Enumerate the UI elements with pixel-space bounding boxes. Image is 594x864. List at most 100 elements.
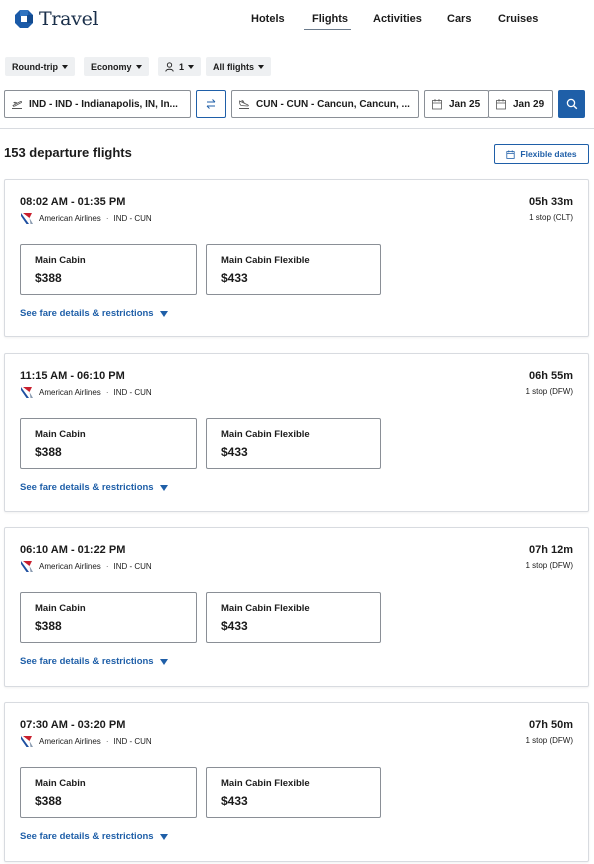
fare-option-main-cabin[interactable]: Main Cabin $388 [20,592,197,643]
flight-duration: 05h 33m [528,196,573,208]
route-code: IND - CUN [113,562,152,571]
american-airlines-logo-icon [21,736,33,747]
cabin-class-dropdown[interactable]: Economy [84,57,149,76]
depart-date-input[interactable]: Jan 25 [424,90,489,118]
fare-price: $433 [221,445,248,459]
flight-times: 06:10 AM - 01:22 PM [20,544,126,556]
flight-times: 11:15 AM - 06:10 PM [20,370,125,382]
flight-stops: 1 stop (CLT) [529,213,573,222]
airline-row: American Airlines · IND - CUN [20,386,152,399]
flight-stops: 1 stop (DFW) [525,387,573,396]
flight-card: 11:15 AM - 06:10 PM American Airlines · … [4,353,589,512]
airline-name: American Airlines [39,737,101,746]
route-code: IND - CUN [113,737,152,746]
origin-input[interactable]: IND - IND - Indianapolis, IN, In... [4,90,191,118]
fare-option-main-cabin-flexible[interactable]: Main Cabin Flexible $433 [206,592,381,643]
fare-name: Main Cabin Flexible [221,778,310,789]
fare-price: $433 [221,794,248,808]
person-icon [165,61,174,72]
flight-card: 06:10 AM - 01:22 PM American Airlines · … [4,527,589,687]
caret-down-icon [159,484,168,491]
calendar-icon [506,149,515,159]
cabin-class-label: Economy [91,61,132,72]
trip-type-label: Round-trip [12,61,58,72]
flight-type-label: All flights [213,61,254,72]
site-header: Travel Hotels Flights Activities Cars Cr… [0,0,594,40]
caret-down-icon [159,658,168,665]
airline-name: American Airlines [39,562,101,571]
origin-value: IND - IND - Indianapolis, IN, In... [29,98,178,110]
return-date-value: Jan 29 [513,98,545,110]
fare-price: $433 [221,271,248,285]
flight-card: 08:02 AM - 01:35 PM American Airlines · … [4,179,589,337]
fare-option-main-cabin[interactable]: Main Cabin $388 [20,244,197,295]
fare-price: $388 [35,271,62,285]
airline-name: American Airlines [39,388,101,397]
flight-stops: 1 stop (DFW) [525,736,573,745]
separator-dot: · [105,562,109,571]
fare-details-label: See fare details & restrictions [20,831,154,842]
caret-down-icon [159,833,168,840]
flexible-dates-button[interactable]: Flexible dates [494,144,589,164]
airline-row: American Airlines · IND - CUN [20,212,152,225]
fare-details-label: See fare details & restrictions [20,482,154,493]
swap-arrows-icon [206,99,216,109]
fare-details-link[interactable]: See fare details & restrictions [20,308,168,319]
calendar-icon [432,99,442,110]
search-button[interactable] [558,90,585,118]
fare-name: Main Cabin [35,429,86,440]
fare-details-link[interactable]: See fare details & restrictions [20,831,168,842]
plane-landing-icon [239,99,249,109]
flight-type-dropdown[interactable]: All flights [206,57,271,76]
fare-option-main-cabin-flexible[interactable]: Main Cabin Flexible $433 [206,244,381,295]
american-airlines-logo-icon [21,561,33,572]
fare-price: $388 [35,619,62,633]
flight-duration: 07h 12m [528,544,573,556]
american-airlines-logo-icon [21,387,33,398]
fare-option-main-cabin[interactable]: Main Cabin $388 [20,767,197,818]
fare-price: $433 [221,619,248,633]
airline-row: American Airlines · IND - CUN [20,735,152,748]
flight-times: 07:30 AM - 03:20 PM [20,719,126,731]
nav-activities[interactable]: Activities [373,12,422,26]
fare-option-main-cabin-flexible[interactable]: Main Cabin Flexible $433 [206,418,381,469]
nav-cruises[interactable]: Cruises [498,12,538,26]
search-icon [566,98,577,110]
section-divider [0,128,594,129]
fare-option-main-cabin[interactable]: Main Cabin $388 [20,418,197,469]
brand-name: Travel [39,8,99,30]
caret-down-icon [159,310,168,317]
chevron-down-icon [61,64,68,69]
flight-duration: 06h 55m [528,370,573,382]
flexible-dates-label: Flexible dates [520,149,577,159]
fare-name: Main Cabin Flexible [221,603,310,614]
destination-value: CUN - CUN - Cancun, Cancun, ... [256,98,410,110]
separator-dot: · [105,737,109,746]
brand-logo[interactable]: Travel [14,8,99,30]
return-date-input[interactable]: Jan 29 [488,90,553,118]
travelers-dropdown[interactable]: 1 [158,57,202,76]
separator-dot: · [105,388,109,397]
chevron-down-icon [188,64,195,69]
american-airlines-logo-icon [21,213,33,224]
trip-type-dropdown[interactable]: Round-trip [5,57,75,76]
fare-details-label: See fare details & restrictions [20,656,154,667]
route-code: IND - CUN [113,388,152,397]
travelers-count: 1 [179,61,185,72]
nav-cars[interactable]: Cars [447,12,471,26]
flight-duration: 07h 50m [528,719,573,731]
fare-details-link[interactable]: See fare details & restrictions [20,482,168,493]
nav-hotels[interactable]: Hotels [251,12,285,26]
plane-takeoff-icon [12,100,23,109]
route-code: IND - CUN [113,214,152,223]
fare-details-link[interactable]: See fare details & restrictions [20,656,168,667]
fare-option-main-cabin-flexible[interactable]: Main Cabin Flexible $433 [206,767,381,818]
nav-active-indicator [304,29,351,30]
fare-details-label: See fare details & restrictions [20,308,154,319]
destination-input[interactable]: CUN - CUN - Cancun, Cancun, ... [231,90,419,118]
nav-flights[interactable]: Flights [312,12,348,26]
flight-stops: 1 stop (DFW) [525,561,573,570]
fare-name: Main Cabin Flexible [221,255,310,266]
depart-date-value: Jan 25 [449,98,481,110]
swap-locations-button[interactable] [196,90,226,118]
